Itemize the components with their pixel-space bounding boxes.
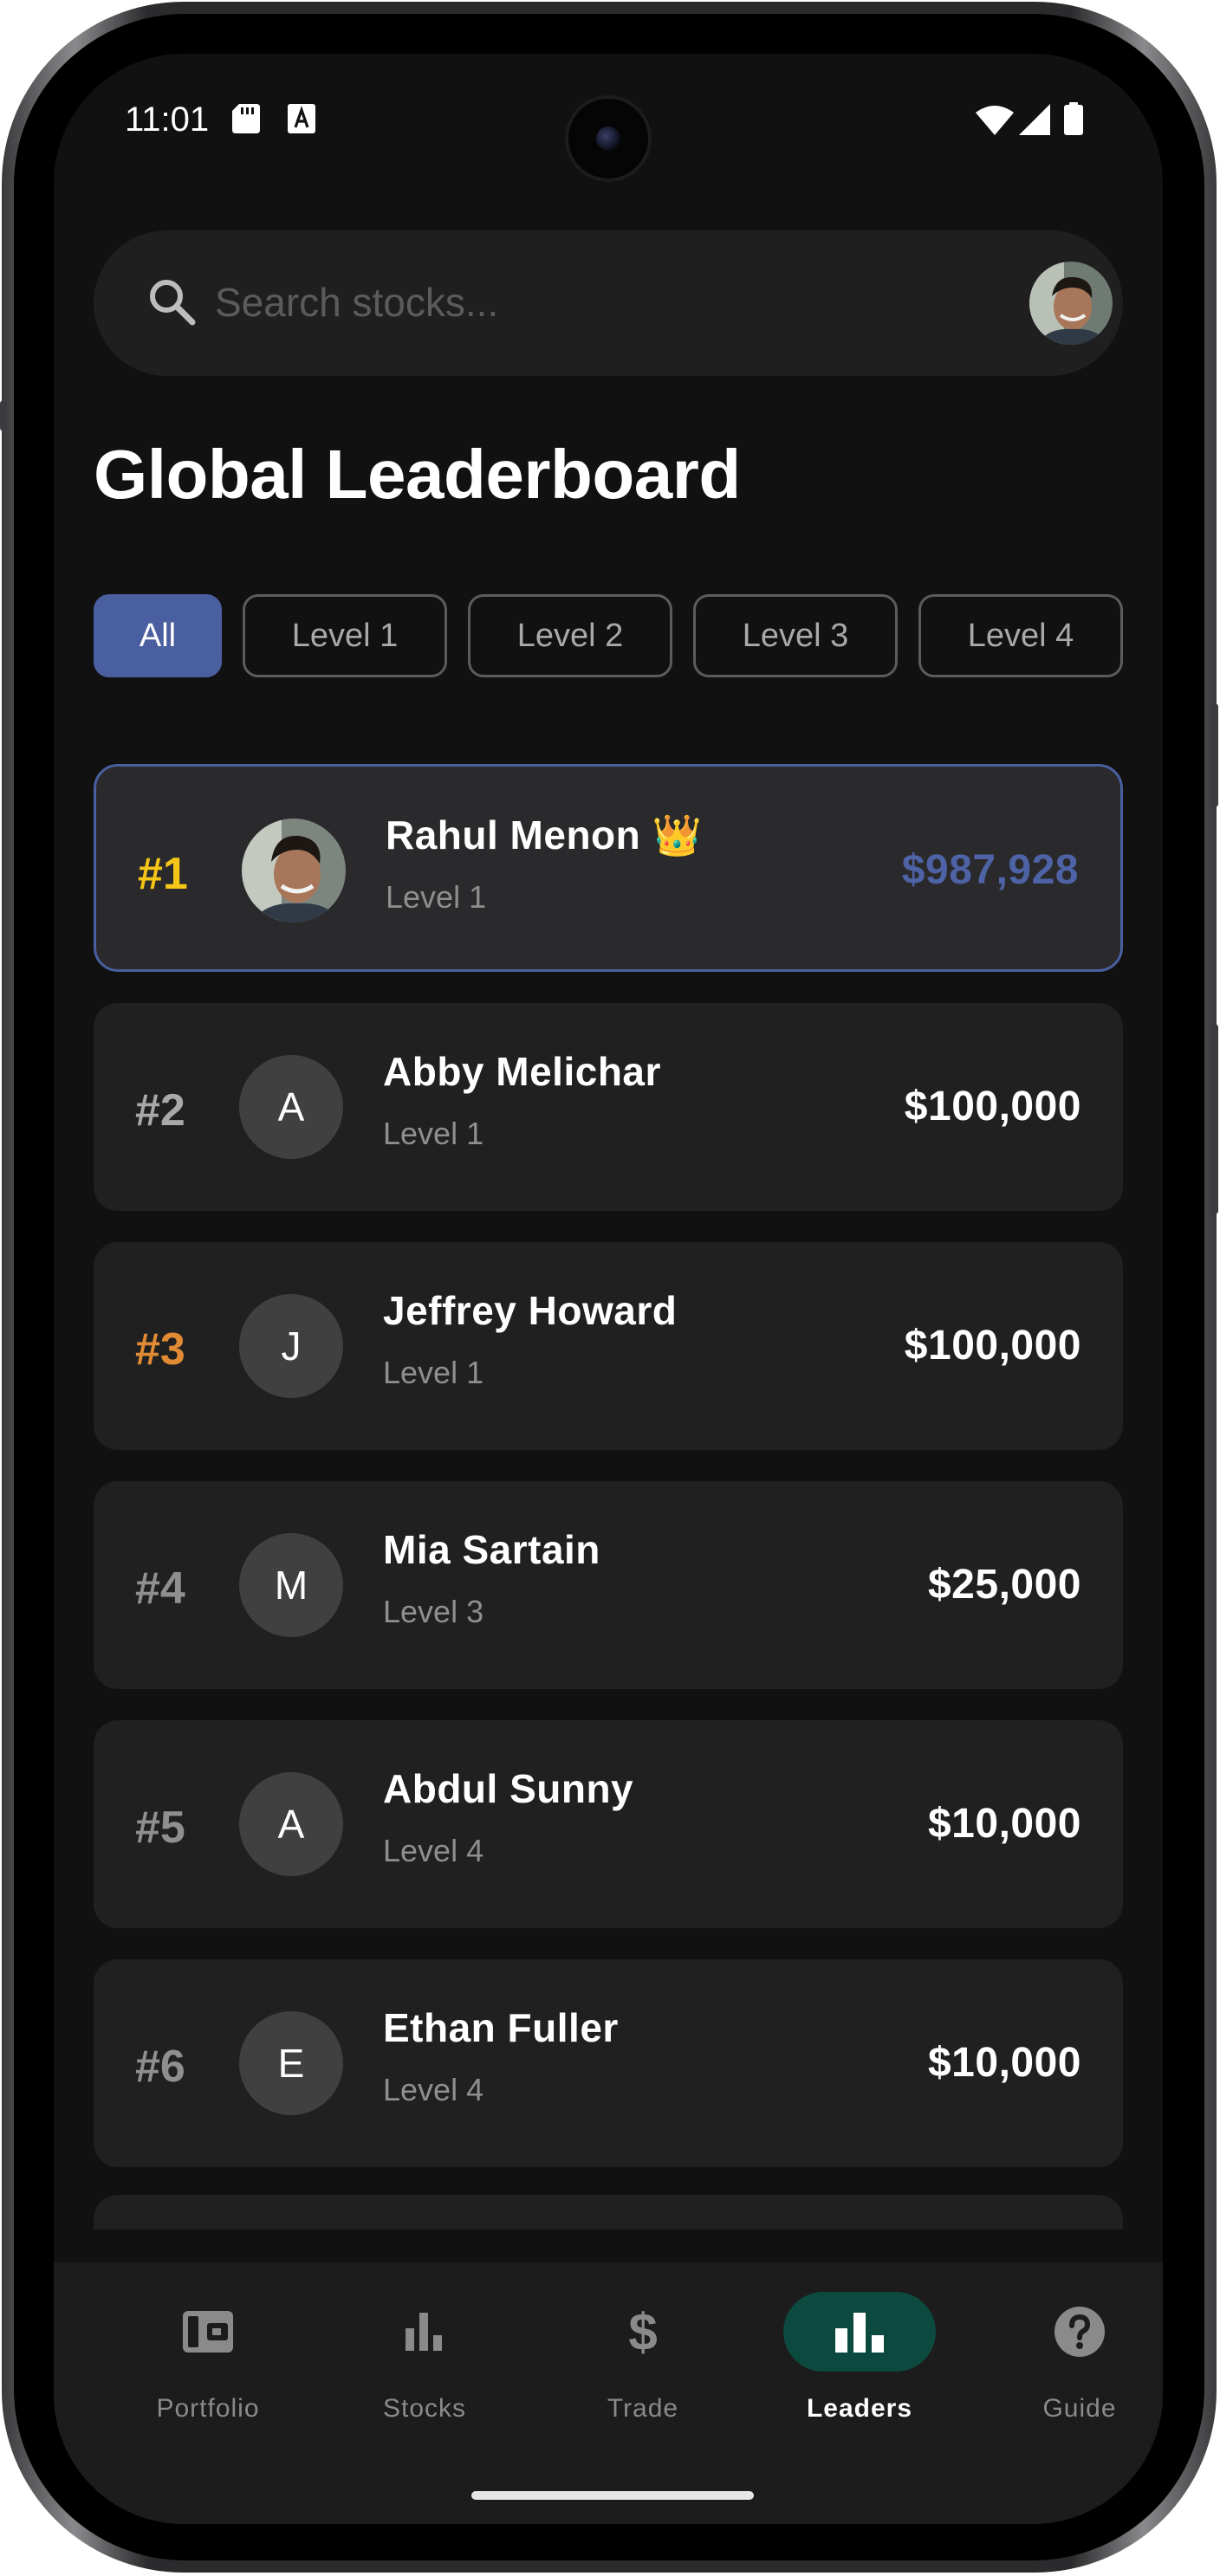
user-level: Level 4: [383, 2072, 484, 2107]
leaderboard-row[interactable]: #2 A Abby Melichar Level 1 $100,000: [94, 1003, 1123, 1211]
app-screen: 11:01 Search stocks... Global Leaderboar…: [54, 54, 1163, 2524]
power-button: [1211, 703, 1218, 807]
user-level: Level 3: [383, 1594, 484, 1629]
portfolio-value: $100,000: [904, 1084, 1081, 1129]
bottom-nav: Portfolio Stocks $ Trade Leaders Guide: [54, 2262, 1163, 2524]
user-level: Level 1: [383, 1116, 484, 1151]
user-name: Jeffrey Howard: [383, 1288, 678, 1333]
portfolio-value: $25,000: [927, 1562, 1081, 1608]
dollar-icon: $: [628, 2302, 658, 2361]
filter-chip-level-4[interactable]: Level 4: [918, 594, 1123, 677]
filter-chip-level-3[interactable]: Level 3: [693, 594, 898, 677]
portfolio-value: $10,000: [927, 1801, 1081, 1847]
wifi-icon: [976, 106, 1014, 135]
nav-stocks[interactable]: Stocks: [329, 2292, 520, 2439]
nav-guide[interactable]: Guide: [984, 2292, 1163, 2439]
user-avatar: E: [239, 2011, 343, 2115]
leaderboard-icon: [835, 2313, 884, 2353]
signal-icon: [1019, 104, 1050, 135]
rank-label: #1: [138, 849, 188, 899]
leaderboard-row[interactable]: #1 Rahul Menon 👑 Level 1 $987,928: [94, 764, 1123, 972]
portfolio-value: $987,928: [901, 847, 1079, 893]
search-icon: [150, 280, 196, 326]
nav-pill: [783, 2292, 936, 2372]
rank-label: #6: [135, 2042, 185, 2092]
front-camera: [565, 95, 652, 182]
bar-chart-icon: [406, 2313, 442, 2351]
leaderboard-row[interactable]: #4 M Mia Sartain Level 3 $25,000: [94, 1481, 1123, 1689]
nav-label: Stocks: [382, 2394, 467, 2423]
user-avatar: A: [239, 1772, 343, 1876]
leaderboard-row-partial: [94, 2195, 1123, 2230]
rank-label: #2: [135, 1085, 185, 1136]
user-avatar: A: [239, 1055, 343, 1159]
nav-pill: [348, 2292, 501, 2372]
nav-label: Portfolio: [156, 2394, 260, 2423]
user-name: Ethan Fuller: [383, 2005, 619, 2050]
portfolio-value: $10,000: [927, 2040, 1081, 2086]
sd-card-icon: [232, 104, 260, 133]
rank-label: #4: [135, 1563, 185, 1614]
user-name: Mia Sartain: [383, 1527, 600, 1572]
battery-icon: [1064, 102, 1083, 135]
nav-pill: $: [567, 2292, 719, 2372]
profile-avatar[interactable]: [1029, 262, 1113, 345]
volume-button: [1211, 1024, 1218, 1214]
user-avatar: J: [239, 1294, 343, 1398]
nav-portfolio[interactable]: Portfolio: [113, 2292, 303, 2439]
user-level: Level 1: [386, 879, 487, 915]
rank-label: #3: [135, 1324, 185, 1375]
nav-pill: [132, 2292, 284, 2372]
user-avatar: M: [239, 1533, 343, 1637]
rank-label: #5: [135, 1803, 185, 1853]
nav-label: Guide: [1042, 2394, 1117, 2423]
help-icon: [1055, 2307, 1105, 2357]
page-title: Global Leaderboard: [94, 436, 741, 513]
leaderboard-row[interactable]: #3 J Jeffrey Howard Level 1 $100,000: [94, 1242, 1123, 1450]
filter-chip-all[interactable]: All: [94, 594, 222, 677]
leaderboard-row[interactable]: #6 E Ethan Fuller Level 4 $10,000: [94, 1959, 1123, 2167]
status-time: 11:01: [125, 100, 210, 139]
filter-chip-level-1[interactable]: Level 1: [243, 594, 447, 677]
user-name: Rahul Menon 👑: [386, 812, 703, 858]
nav-label: Leaders: [806, 2394, 913, 2423]
nav-pill: [1003, 2292, 1156, 2372]
filter-chip-level-2[interactable]: Level 2: [468, 594, 672, 677]
font-icon: [288, 104, 315, 133]
nav-label: Trade: [607, 2394, 679, 2423]
user-name: Abdul Sunny: [383, 1766, 634, 1811]
home-indicator[interactable]: [471, 2491, 754, 2500]
search-input[interactable]: [215, 274, 925, 331]
nav-leaders[interactable]: Leaders: [764, 2292, 955, 2439]
user-level: Level 4: [383, 1833, 484, 1868]
user-level: Level 1: [383, 1355, 484, 1390]
crown-icon: 👑: [652, 812, 703, 858]
user-name: Abby Melichar: [383, 1049, 661, 1094]
search-bar[interactable]: [94, 230, 1123, 376]
wallet-icon: [183, 2311, 233, 2353]
nav-trade[interactable]: $ Trade: [548, 2292, 738, 2439]
side-button: [0, 400, 7, 431]
user-avatar: [242, 819, 346, 922]
leaderboard-row[interactable]: #5 A Abdul Sunny Level 4 $10,000: [94, 1720, 1123, 1928]
portfolio-value: $100,000: [904, 1323, 1081, 1369]
